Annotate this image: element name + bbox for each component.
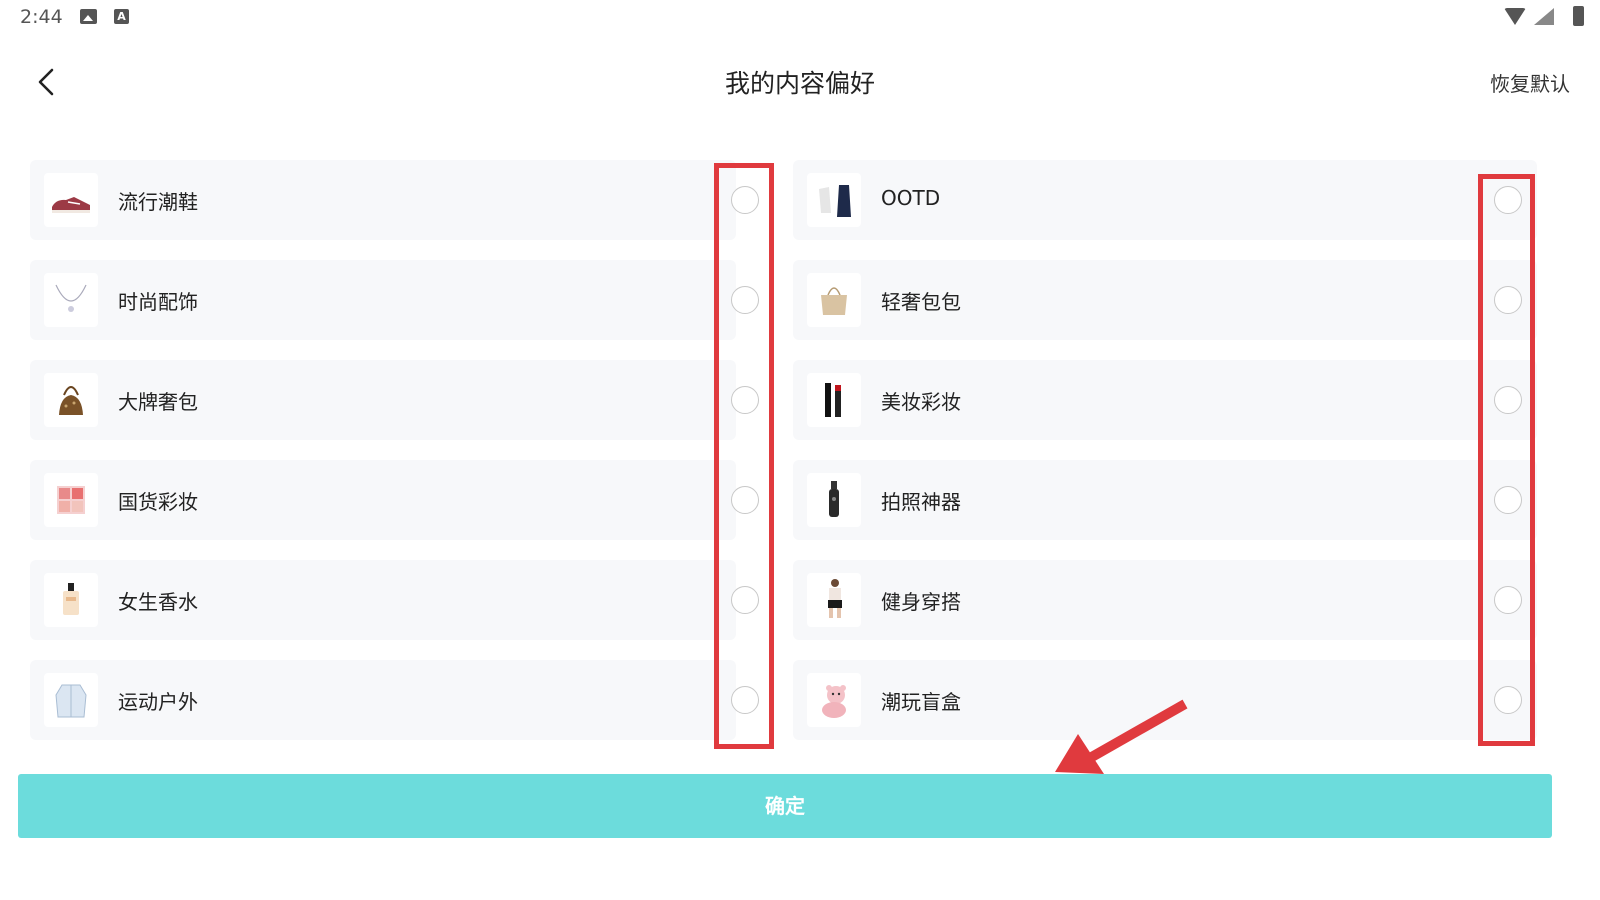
plush-toy-icon (807, 673, 861, 727)
makeup-icon (807, 373, 861, 427)
highlight-box-left (714, 163, 774, 749)
list-item[interactable]: 时尚配饰 (30, 260, 736, 340)
item-label: 国货彩妆 (118, 490, 198, 514)
item-label: 轻奢包包 (881, 290, 961, 314)
list-item[interactable]: OOTD (793, 160, 1537, 240)
a-icon: A (114, 9, 129, 24)
annotation-arrow-icon (1055, 699, 1188, 774)
list-item[interactable]: 健身穿搭 (793, 560, 1537, 640)
list-item[interactable]: 轻奢包包 (793, 260, 1537, 340)
reset-default-button[interactable]: 恢复默认 (1490, 68, 1570, 97)
outfit-icon (807, 173, 861, 227)
fitness-outfit-icon (807, 573, 861, 627)
wifi-icon (1504, 8, 1526, 25)
list-item[interactable]: 女生香水 (30, 560, 736, 640)
item-label: 潮玩盲盒 (881, 690, 961, 714)
highlight-box-right (1478, 174, 1535, 746)
item-label: 健身穿搭 (881, 590, 961, 614)
list-item[interactable]: 大牌奢包 (30, 360, 736, 440)
tote-bag-icon (807, 273, 861, 327)
list-item[interactable]: 拍照神器 (793, 460, 1537, 540)
item-label: OOTD (881, 186, 941, 210)
status-right (1488, 6, 1588, 28)
list-item[interactable]: 国货彩妆 (30, 460, 736, 540)
battery-icon (1573, 6, 1584, 26)
necklace-icon (44, 273, 98, 327)
sneaker-icon (44, 173, 98, 227)
item-label: 运动户外 (118, 690, 198, 714)
status-bar: 2:44 A (0, 0, 1600, 36)
page-title: 我的内容偏好 (724, 69, 875, 98)
palette-icon (44, 473, 98, 527)
header: 我的内容偏好 恢复默认 (0, 44, 1600, 120)
image-icon (80, 9, 97, 24)
item-label: 美妆彩妆 (881, 390, 961, 414)
list-item[interactable]: 流行潮鞋 (30, 160, 736, 240)
list-item[interactable]: 美妆彩妆 (793, 360, 1537, 440)
item-label: 大牌奢包 (118, 390, 198, 414)
camera-gimbal-icon (807, 473, 861, 527)
handbag-icon (44, 373, 98, 427)
confirm-button[interactable]: 确定 (18, 774, 1552, 838)
jacket-icon (44, 673, 98, 727)
signal-icon (1534, 8, 1554, 25)
status-time: 2:44 (20, 6, 63, 28)
item-label: 女生香水 (118, 590, 198, 614)
item-label: 时尚配饰 (118, 290, 198, 314)
list-item[interactable]: 运动户外 (30, 660, 736, 740)
item-label: 拍照神器 (881, 490, 961, 514)
perfume-icon (44, 573, 98, 627)
item-label: 流行潮鞋 (118, 190, 198, 214)
